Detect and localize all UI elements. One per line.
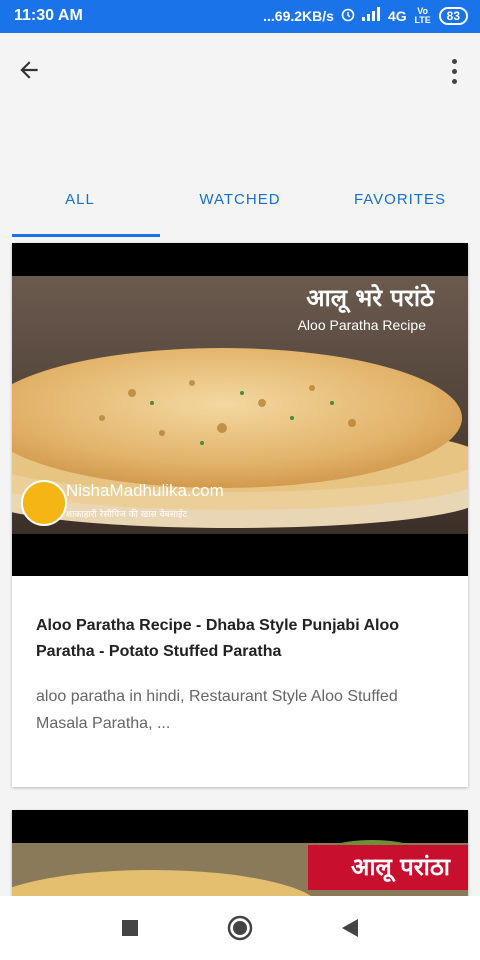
video-description: aloo paratha in hindi, Restaurant Style … bbox=[36, 688, 398, 732]
square-icon[interactable] bbox=[115, 913, 145, 943]
app-bar bbox=[0, 33, 480, 183]
video-card[interactable]: आलू भरे परांठे Aloo Paratha Recipe Nisha… bbox=[12, 243, 468, 787]
volte-badge: Vo LTE bbox=[414, 5, 431, 25]
thumbnail-title-hindi: आलू भरे परांठे bbox=[306, 284, 434, 312]
thumbnail-title-hindi: आलू परांठा bbox=[351, 853, 450, 881]
video-title[interactable]: Aloo Paratha Recipe - Dhaba Style Punjab… bbox=[36, 613, 444, 665]
tab-bar: ALL WATCHED FAVORITES bbox=[0, 183, 480, 237]
tab-favorites[interactable]: FAVORITES bbox=[320, 183, 480, 237]
more-vert-icon[interactable] bbox=[444, 55, 464, 87]
tab-watched[interactable]: WATCHED bbox=[160, 183, 320, 237]
alarm-icon bbox=[340, 6, 356, 25]
status-bar: 11:30 AM ...69.2KB/s 4G Vo LTE 83 bbox=[0, 0, 480, 33]
battery-icon: 83 bbox=[438, 6, 468, 25]
thumbnail-brand-tagline: शाकाहारी रेसीपिज की खास वेबसाईट bbox=[66, 510, 188, 520]
tab-all[interactable]: ALL bbox=[0, 183, 160, 237]
network-type: 4G bbox=[387, 7, 407, 24]
arrow-back-icon[interactable] bbox=[12, 53, 46, 87]
circle-icon[interactable] bbox=[225, 913, 255, 943]
video-thumbnail[interactable]: आलू भरे परांठे Aloo Paratha Recipe Nisha… bbox=[12, 243, 468, 576]
signal-icon bbox=[361, 7, 382, 24]
thumbnail-title-en: Aloo Paratha Recipe bbox=[297, 317, 426, 333]
status-icons: ...69.2KB/s 4G Vo LTE 83 bbox=[263, 6, 468, 25]
system-nav-bar bbox=[0, 896, 480, 960]
thumbnail-brand: NishaMadhulika.com bbox=[66, 481, 224, 500]
status-time: 11:30 AM bbox=[14, 7, 83, 24]
net-speed: ...69.2KB/s bbox=[263, 7, 334, 24]
triangle-back-icon[interactable] bbox=[335, 913, 365, 943]
